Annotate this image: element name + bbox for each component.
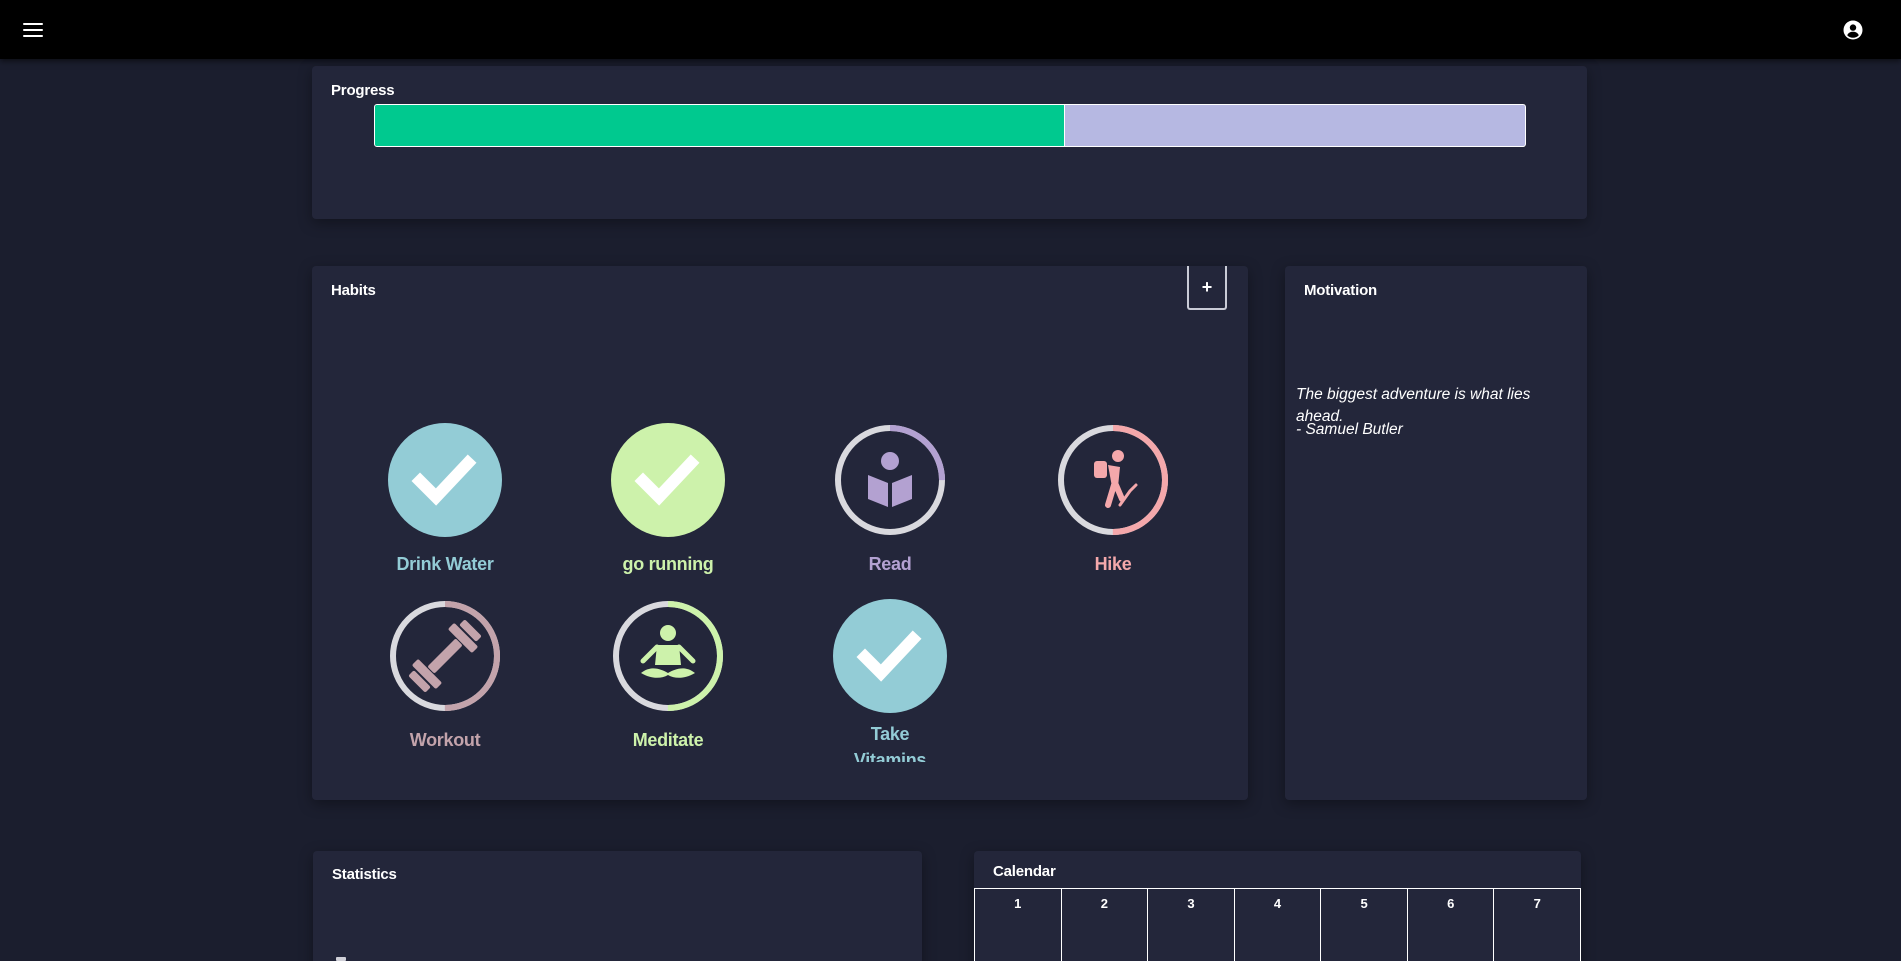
check-icon[interactable] <box>388 423 502 537</box>
habit-item[interactable]: Meditate <box>578 599 758 753</box>
habit-item[interactable]: Drink Water <box>355 423 535 577</box>
habit-name: Meditate <box>632 730 704 750</box>
calendar-title: Calendar <box>993 863 1056 880</box>
statistics-title: Statistics <box>332 866 397 883</box>
habit-name: Drink Water <box>396 554 494 574</box>
habit-name: Read <box>868 554 912 574</box>
calendar-day-cell[interactable]: 3 <box>1148 889 1235 961</box>
meditation-icon[interactable] <box>611 599 725 713</box>
motivation-author: - Samuel Butler <box>1296 421 1403 438</box>
calendar-card: Calendar 1234567 <box>974 851 1582 961</box>
progress-bar <box>374 104 1526 147</box>
habit-grid: Drink Water go running Read Hike Workout Medi… <box>312 266 1248 762</box>
calendar-day-cell[interactable]: 7 <box>1494 889 1582 961</box>
habits-card: Habits Drink Water go running Read Hike Work… <box>312 266 1248 800</box>
habit-item[interactable]: Read <box>800 423 980 577</box>
check-icon[interactable] <box>833 599 947 713</box>
check-icon[interactable] <box>611 423 725 537</box>
progress-title: Progress <box>331 82 395 99</box>
habit-name: Workout <box>409 730 481 750</box>
statistics-chart-fragment <box>336 957 346 961</box>
calendar-day-cell[interactable]: 6 <box>1408 889 1495 961</box>
habit-item[interactable]: Workout <box>355 599 535 753</box>
account-circle-icon[interactable] <box>1843 20 1863 40</box>
habit-name: Take Vitamins <box>853 724 927 762</box>
habit-item[interactable]: Hike <box>1023 423 1203 577</box>
dumbbell-icon[interactable] <box>388 599 502 713</box>
add-habit-button[interactable]: + <box>1187 266 1227 310</box>
hiker-icon[interactable] <box>1056 423 1170 537</box>
statistics-card: Statistics <box>313 851 922 961</box>
habit-name: Hike <box>1094 554 1132 574</box>
motivation-card: Motivation The biggest adventure is what… <box>1285 266 1587 800</box>
motivation-title: Motivation <box>1304 282 1377 299</box>
calendar-day-cell[interactable]: 1 <box>975 889 1062 961</box>
calendar-day-cell[interactable]: 2 <box>1062 889 1149 961</box>
habit-item[interactable]: go running <box>578 423 758 577</box>
calendar-week-row: 1234567 <box>974 888 1582 961</box>
habit-item[interactable]: Take Vitamins <box>800 599 980 762</box>
progress-card: Progress <box>312 66 1587 219</box>
calendar-day-cell[interactable]: 5 <box>1321 889 1408 961</box>
habit-name: go running <box>622 554 714 574</box>
hamburger-menu-icon[interactable] <box>20 18 46 42</box>
progress-bar-fill <box>375 105 1065 146</box>
reading-person-icon[interactable] <box>833 423 947 537</box>
top-app-bar <box>0 0 1901 59</box>
calendar-day-cell[interactable]: 4 <box>1235 889 1322 961</box>
